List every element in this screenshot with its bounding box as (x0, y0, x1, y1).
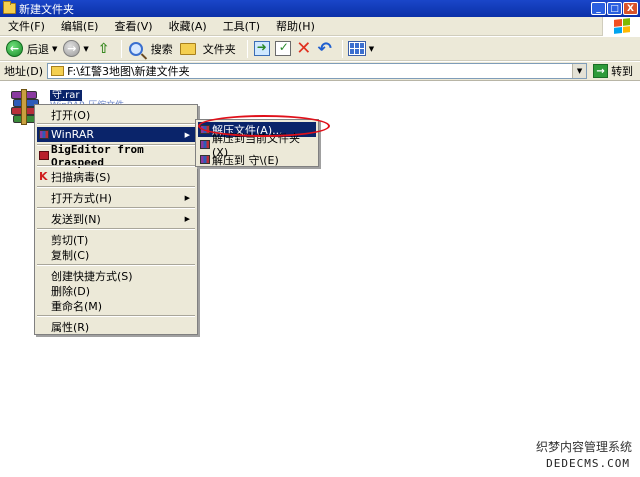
menu-item-open[interactable]: 打开(O) (37, 107, 195, 122)
submenu-arrow-icon: ▶ (184, 214, 190, 223)
minimize-button[interactable]: _ (591, 2, 606, 15)
menu-item-bigeditor[interactable]: BigEditor from Oraspeed (37, 143, 195, 169)
submenu-item-extract-to[interactable]: 解压到 守\(E) (198, 152, 316, 167)
views-icon (347, 41, 366, 56)
folders-icon (179, 42, 196, 55)
search-label: 搜索 (150, 42, 173, 56)
menu-item-rename[interactable]: 重命名(M) (37, 298, 195, 313)
views-button[interactable]: ▼ (347, 41, 374, 56)
menu-item-send-to[interactable]: 发送到(N) ▶ (37, 211, 195, 226)
address-path: F:\红警3地图\新建文件夹 (67, 65, 190, 78)
menu-separator (37, 123, 195, 125)
menu-item-cut[interactable]: 剪切(T) (37, 232, 195, 247)
menu-file[interactable]: 文件(F) (0, 18, 53, 34)
menu-edit[interactable]: 编辑(E) (53, 18, 107, 34)
submenu-arrow-icon: ▶ (184, 130, 190, 139)
file-name[interactable]: 守.rar (50, 90, 82, 101)
forward-dropdown-icon[interactable]: ▼ (83, 45, 88, 53)
folder-icon (3, 1, 16, 14)
window-title: 新建文件夹 (19, 2, 74, 16)
submenu-item-extract-here[interactable]: 解压到当前文件夹(X) (198, 132, 316, 159)
menu-separator (37, 165, 195, 167)
toolbar-separator (341, 39, 343, 58)
menu-bar: 文件(F) 编辑(E) 查看(V) 收藏(A) 工具(T) 帮助(H) (0, 16, 640, 36)
winrar-icon (200, 140, 210, 149)
menu-help[interactable]: 帮助(H) (268, 18, 323, 34)
menu-tools[interactable]: 工具(T) (215, 18, 268, 34)
go-arrow-icon: → (593, 64, 609, 78)
bigeditor-icon (39, 151, 49, 160)
submenu-arrow-icon: ▶ (184, 193, 190, 202)
menu-separator (37, 207, 195, 209)
back-label: 后退 (27, 42, 49, 56)
menu-item-delete[interactable]: 删除(D) (37, 283, 195, 298)
menu-item-scan[interactable]: K 扫描病毒(S) (37, 169, 195, 184)
watermark-domain: DEDECMS.COM (546, 457, 630, 470)
views-dropdown-icon[interactable]: ▼ (369, 45, 374, 53)
toolbar-separator (246, 39, 248, 58)
menu-item-open-with[interactable]: 打开方式(H) ▶ (37, 190, 195, 205)
address-input[interactable]: F:\红警3地图\新建文件夹 ▼ (47, 63, 588, 79)
annotation-ellipse (198, 115, 330, 137)
search-icon (128, 41, 143, 56)
windows-flag-icon (613, 18, 630, 34)
menu-separator (37, 228, 195, 230)
search-button[interactable]: 搜索 (127, 40, 173, 57)
menu-item-winrar[interactable]: WinRAR ▶ (37, 127, 195, 142)
file-view[interactable]: 守.rar WinRAR 压缩文件 打开(O) WinRAR ▶ BigEdit… (0, 82, 640, 477)
windows-logo (602, 16, 640, 36)
address-label: 地址(D) (4, 65, 44, 78)
copy-to-button[interactable] (274, 40, 292, 57)
undo-icon[interactable]: ↶ (316, 39, 334, 59)
delete-icon[interactable]: ✕ (295, 38, 313, 59)
menu-item-copy[interactable]: 复制(C) (37, 247, 195, 262)
folders-button[interactable]: 文件夹 (179, 40, 236, 57)
menu-separator (37, 264, 195, 266)
menu-separator (37, 186, 195, 188)
copy-to-icon (274, 40, 291, 56)
forward-arrow-icon: → (63, 40, 81, 57)
toolbar-separator (120, 39, 122, 58)
menu-view[interactable]: 查看(V) (106, 18, 160, 34)
folders-label: 文件夹 (202, 42, 236, 56)
back-dropdown-icon[interactable]: ▼ (52, 45, 57, 53)
go-label: 转到 (611, 65, 634, 78)
forward-button[interactable]: → ▼ (63, 40, 89, 57)
maximize-button[interactable]: □ (607, 2, 622, 15)
antivirus-icon: K (39, 170, 48, 183)
close-button[interactable]: X (623, 2, 638, 15)
winrar-icon (39, 130, 49, 139)
back-button[interactable]: ← 后退 ▼ (6, 40, 57, 57)
address-dropdown-icon[interactable]: ▼ (572, 64, 587, 78)
address-bar: 地址(D) F:\红警3地图\新建文件夹 ▼ → 转到 (0, 62, 640, 81)
title-bar: 新建文件夹 _ □ X (0, 0, 640, 17)
toolbar: ← 后退 ▼ → ▼ ⇧ 搜索 文件夹 ✕ ↶ ▼ (0, 37, 640, 61)
winrar-icon (200, 155, 210, 164)
folder-icon (51, 66, 65, 76)
menu-item-create-shortcut[interactable]: 创建快捷方式(S) (37, 268, 195, 283)
menu-favorites[interactable]: 收藏(A) (161, 18, 215, 34)
move-to-button[interactable] (253, 40, 271, 57)
go-button[interactable]: → 转到 (593, 63, 633, 79)
menu-item-properties[interactable]: 属性(R) (37, 319, 195, 334)
watermark-text: 织梦内容管理系统 (535, 440, 632, 454)
context-menu: 打开(O) WinRAR ▶ BigEditor from Oraspeed K… (34, 104, 198, 335)
move-to-icon (253, 40, 270, 56)
menu-separator (37, 315, 195, 317)
up-folder-icon[interactable]: ⇧ (95, 40, 113, 57)
back-arrow-icon: ← (6, 40, 23, 57)
